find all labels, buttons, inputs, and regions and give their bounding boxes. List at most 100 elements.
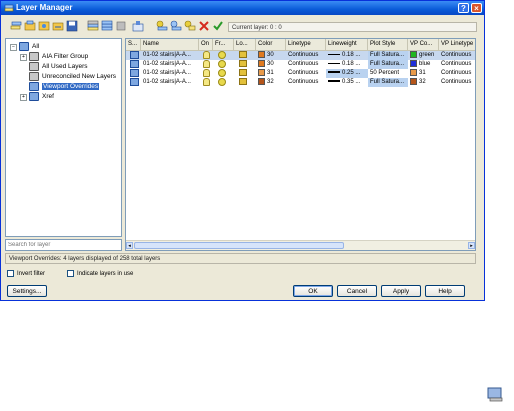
col-freeze[interactable]: Fr... — [213, 39, 234, 50]
scroll-right-icon[interactable]: ▸ — [468, 242, 475, 249]
color-cell[interactable]: 31 — [256, 69, 286, 78]
scroll-thumb[interactable] — [134, 242, 344, 249]
tree-node-all-used-layers[interactable]: All Used Layers — [29, 62, 88, 71]
vp-color-cell[interactable]: 32 — [408, 78, 439, 87]
thaw-sun-icon[interactable] — [216, 78, 232, 87]
col-lock[interactable]: Lo... — [234, 39, 256, 50]
layer-states-icon[interactable] — [38, 20, 50, 32]
stack-layers-2-icon[interactable] — [101, 20, 113, 32]
expand-xref-icon[interactable]: + — [20, 94, 27, 101]
title-close-button[interactable]: × — [471, 3, 482, 13]
collapse-all-icon[interactable]: − — [10, 44, 17, 51]
col-color[interactable]: Color — [256, 39, 286, 50]
layer-settings-icon[interactable] — [132, 20, 144, 32]
vp-color-cell[interactable]: green — [408, 51, 439, 60]
linetype-cell[interactable]: Continuous — [286, 69, 326, 78]
tree-node-all[interactable]: All — [19, 42, 39, 51]
table-row[interactable]: 01-02 stairs|A-A... 30 Continuous 0.18 .… — [126, 60, 475, 69]
plot-style-cell[interactable]: Full Satura... — [368, 60, 408, 69]
vp-linetype-cell[interactable]: Continuous — [439, 60, 475, 69]
col-vp-linetype[interactable]: VP Linetype — [439, 39, 475, 50]
thaw-sun-icon[interactable] — [216, 69, 232, 78]
cancel-button[interactable]: Cancel — [337, 285, 377, 297]
tree-node-xref[interactable]: Xref — [29, 92, 54, 101]
lineweight-cell[interactable]: 0.18 ... — [326, 60, 368, 69]
layer-translate-icon[interactable] — [52, 20, 64, 32]
new-group-filter-icon[interactable] — [24, 20, 36, 32]
col-vp-color[interactable]: VP Co... — [408, 39, 439, 50]
layer-name[interactable]: 01-02 stairs|A-A... — [141, 69, 199, 78]
new-layer-icon[interactable] — [156, 20, 168, 32]
color-cell[interactable]: 30 — [256, 51, 286, 60]
color-cell[interactable]: 30 — [256, 60, 286, 69]
layer-manager-taskbar-icon[interactable] — [486, 386, 504, 404]
layer-name[interactable]: 01-02 stairs|A-A... — [141, 51, 199, 60]
help-button[interactable]: Help — [425, 285, 465, 297]
thaw-sun-icon[interactable] — [216, 60, 232, 69]
col-status[interactable]: S... — [126, 39, 141, 50]
unlock-icon[interactable] — [237, 60, 253, 69]
col-plot-style[interactable]: Plot Style — [368, 39, 408, 50]
table-row[interactable]: 01-02 stairs|A-A... 31 Continuous 0.25 .… — [126, 69, 475, 78]
checkbox-box[interactable] — [67, 270, 74, 277]
on-bulb-icon[interactable] — [201, 51, 213, 60]
unlock-icon[interactable] — [237, 51, 253, 60]
ok-button[interactable]: OK — [293, 285, 333, 297]
unlock-icon[interactable] — [237, 69, 253, 78]
vp-color-value: blue — [419, 61, 431, 68]
linetype-cell[interactable]: Continuous — [286, 51, 326, 60]
lineweight-cell[interactable]: 0.35 ... — [326, 78, 368, 87]
on-bulb-icon[interactable] — [201, 60, 213, 69]
col-on[interactable]: On — [199, 39, 213, 50]
vp-linetype-cell[interactable]: Continuous — [439, 69, 475, 78]
layer-name[interactable]: 01-02 stairs|A-A... — [141, 60, 199, 69]
col-lineweight[interactable]: Lineweight — [326, 39, 368, 50]
on-bulb-icon[interactable] — [201, 78, 213, 87]
table-row[interactable]: 01-02 stairs|A-A... 30 Continuous 0.18 .… — [126, 51, 475, 60]
layer-name[interactable]: 01-02 stairs|A-A... — [141, 78, 199, 87]
tree-node-aia-filter-group[interactable]: AIA Filter Group — [29, 52, 88, 61]
lineweight-cell[interactable]: 0.18 ... — [326, 51, 368, 60]
save-icon[interactable] — [66, 20, 78, 32]
new-filter-icon[interactable] — [10, 20, 22, 32]
tree-node-viewport-overrides[interactable]: Viewport Overrides — [29, 82, 100, 91]
thaw-sun-icon[interactable] — [216, 51, 232, 60]
layer-search-input[interactable] — [5, 239, 122, 251]
new-vp-frozen-layer-icon[interactable] — [170, 20, 182, 32]
unlock-icon[interactable] — [237, 78, 253, 87]
expand-aia-icon[interactable]: + — [20, 54, 27, 61]
stack-layers-icon[interactable] — [87, 20, 99, 32]
settings-button[interactable]: Settings... — [7, 285, 47, 297]
layer-properties-icon[interactable] — [184, 20, 196, 32]
indicate-layers-in-use-checkbox[interactable]: Indicate layers in use — [67, 270, 133, 279]
table-row[interactable]: 01-02 stairs|A-A... 32 Continuous 0.35 .… — [126, 78, 475, 87]
plot-style-cell[interactable]: Full Satura... — [368, 78, 408, 87]
lineweight-cell[interactable]: 0.25 ... — [326, 69, 368, 78]
color-cell[interactable]: 32 — [256, 78, 286, 87]
delete-layer-icon[interactable] — [198, 20, 210, 32]
vp-color-cell[interactable]: blue — [408, 60, 439, 69]
col-name[interactable]: Name — [141, 39, 199, 50]
invert-filter-checkbox[interactable]: Invert filter — [7, 270, 45, 279]
apply-button[interactable]: Apply — [381, 285, 421, 297]
plot-style-cell[interactable]: Full Satura... — [368, 51, 408, 60]
horizontal-scrollbar[interactable]: ◂ ▸ — [126, 240, 475, 250]
color-value: 30 — [267, 61, 274, 68]
filter-tree[interactable]: − All + AIA Filter Group All Used Layers… — [5, 38, 122, 237]
vp-linetype-cell[interactable]: Continuous — [439, 78, 475, 87]
title-help-button[interactable]: ? — [458, 3, 469, 13]
tree-node-unreconciled[interactable]: Unreconciled New Layers — [29, 72, 116, 81]
linetype-cell[interactable]: Continuous — [286, 60, 326, 69]
vp-color-cell[interactable]: 31 — [408, 69, 439, 78]
linetype-cell[interactable]: Continuous — [286, 78, 326, 87]
set-current-icon[interactable] — [212, 20, 224, 32]
checkbox-box[interactable] — [7, 270, 14, 277]
layer-filter-grey-icon[interactable] — [115, 20, 127, 32]
scroll-left-icon[interactable]: ◂ — [126, 242, 133, 249]
on-bulb-icon[interactable] — [201, 69, 213, 78]
plot-style-cell[interactable]: 50 Percent — [368, 69, 408, 78]
title-bar[interactable]: Layer Manager ? × — [1, 1, 484, 15]
layer-list[interactable]: S... Name On Fr... Lo... Color Linetype … — [125, 38, 476, 251]
vp-linetype-cell[interactable]: Continuous — [439, 51, 475, 60]
col-linetype[interactable]: Linetype — [286, 39, 326, 50]
